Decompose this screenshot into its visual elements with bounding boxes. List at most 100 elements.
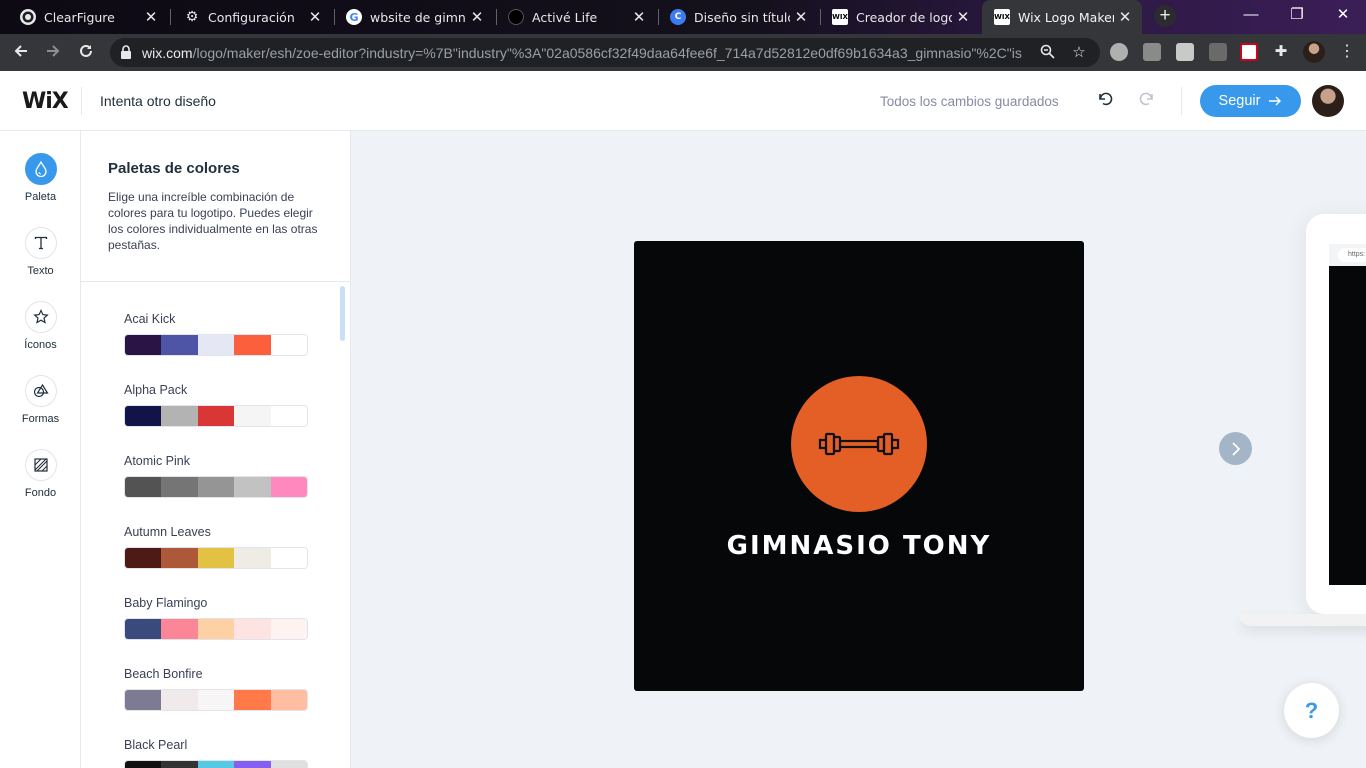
help-button[interactable]: ? xyxy=(1284,683,1339,738)
palette-option[interactable]: Alpha Pack xyxy=(124,383,309,427)
follow-button[interactable]: Seguir xyxy=(1200,85,1301,117)
rail-item-fondo[interactable]: Fondo xyxy=(0,449,81,499)
logo-preview[interactable]: GIMNASIO TONY xyxy=(634,241,1084,691)
dumbbell-icon xyxy=(818,432,900,456)
extension-film-icon[interactable] xyxy=(1110,43,1128,61)
palette-name: Autumn Leaves xyxy=(124,525,211,539)
undo-icon[interactable] xyxy=(1094,89,1116,111)
color-swatch xyxy=(197,761,235,768)
rail-label: Texto xyxy=(27,265,54,277)
rail-item-formas[interactable]: Formas xyxy=(0,375,81,425)
close-icon[interactable]: ✕ xyxy=(952,8,974,26)
bookmark-star-icon[interactable]: ☆ xyxy=(1070,44,1088,62)
google-icon: G xyxy=(346,9,362,25)
color-swatch xyxy=(270,690,307,710)
tab-active-life[interactable]: Activé Life ✕ xyxy=(496,0,656,34)
color-swatch xyxy=(234,548,271,568)
close-icon[interactable]: ✕ xyxy=(466,8,488,26)
color-swatch xyxy=(197,690,235,710)
color-swatch xyxy=(234,619,271,639)
rail-label: Paleta xyxy=(24,191,57,203)
palette-swatches[interactable] xyxy=(124,547,308,569)
restore-button[interactable]: ❐ xyxy=(1274,0,1320,30)
next-preview-button[interactable] xyxy=(1219,432,1252,465)
palette-option[interactable]: Black Pearl xyxy=(124,738,309,768)
palette-swatches[interactable] xyxy=(124,334,308,356)
address-bar[interactable]: wix.com/logo/maker/esh/zoe-editor?indust… xyxy=(110,38,1100,67)
minimize-button[interactable]: — xyxy=(1228,0,1274,30)
palette-swatches[interactable] xyxy=(124,476,308,498)
palette-name: Alpha Pack xyxy=(124,383,188,397)
close-icon[interactable]: ✕ xyxy=(628,8,650,26)
close-icon[interactable]: ✕ xyxy=(140,8,162,26)
tab-title: wbsite de gimnasio xyxy=(370,9,466,25)
close-icon[interactable]: ✕ xyxy=(1114,8,1136,26)
forward-button[interactable] xyxy=(41,41,65,65)
tab-clearfigure[interactable]: ClearFigure ✕ xyxy=(8,0,168,34)
more-menu-icon[interactable]: ⋮ xyxy=(1338,43,1356,61)
color-swatch xyxy=(125,761,162,768)
color-swatch xyxy=(270,548,307,568)
url-domain: wix.com xyxy=(142,45,193,61)
extension-window-icon[interactable] xyxy=(1176,43,1194,61)
rail-item-paleta[interactable]: Paleta xyxy=(0,153,81,203)
wix-logo[interactable]: WiX xyxy=(22,89,69,114)
profile-avatar[interactable] xyxy=(1303,41,1325,63)
back-button[interactable] xyxy=(9,41,33,65)
tab-website-gimnasio[interactable]: G wbsite de gimnasio ✕ xyxy=(334,0,494,34)
close-icon[interactable]: ✕ xyxy=(304,8,326,26)
follow-button-label: Seguir xyxy=(1218,93,1261,109)
palette-swatches[interactable] xyxy=(124,689,308,711)
shapes-icon xyxy=(24,375,57,407)
tab-canva[interactable]: C Diseño sin título - ✕ xyxy=(658,0,818,34)
panel-scrollbar[interactable] xyxy=(340,286,345,341)
tab-configuracion[interactable]: ⚙ Configuración ✕ xyxy=(172,0,332,34)
text-t-icon xyxy=(24,227,57,259)
extension-pen-icon[interactable] xyxy=(1209,43,1227,61)
color-swatch xyxy=(161,690,198,710)
laptop-mockup: https: xyxy=(1306,214,1366,614)
window-close-button[interactable]: ✕ xyxy=(1320,0,1366,30)
tab-creador-logos[interactable]: WIX Creador de logos | ✕ xyxy=(820,0,980,34)
logo-brand-name[interactable]: GIMNASIO TONY xyxy=(634,531,1084,561)
palette-swatches[interactable] xyxy=(124,405,308,427)
logo-circle-shape[interactable] xyxy=(791,376,927,512)
new-tab-button[interactable]: + xyxy=(1154,5,1176,27)
try-other-design-link[interactable]: Intenta otro diseño xyxy=(100,93,216,109)
tab-wix-logo-maker[interactable]: WIX Wix Logo Maker ✕ xyxy=(982,0,1142,34)
rail-item-texto[interactable]: Texto xyxy=(0,227,81,277)
mockup-screen xyxy=(1329,266,1366,585)
rail-item-iconos[interactable]: Íconos xyxy=(0,301,81,351)
color-swatch xyxy=(125,619,162,639)
close-icon[interactable]: ✕ xyxy=(790,8,812,26)
palette-option[interactable]: Atomic Pink xyxy=(124,454,309,498)
color-swatch xyxy=(125,335,162,355)
color-swatch xyxy=(270,335,307,355)
tool-rail: Paleta Texto Íconos Formas Fondo xyxy=(0,131,81,768)
extension-database-icon[interactable] xyxy=(1143,43,1161,61)
palette-option[interactable]: Autumn Leaves xyxy=(124,525,309,569)
color-swatch xyxy=(197,406,235,426)
color-swatch xyxy=(125,406,162,426)
zoom-icon[interactable] xyxy=(1038,44,1056,62)
github-icon xyxy=(20,9,36,25)
panel-title: Paletas de colores xyxy=(108,160,240,177)
palette-option[interactable]: Baby Flamingo xyxy=(124,596,309,640)
palette-option[interactable]: Acai Kick xyxy=(124,312,309,356)
active-life-icon xyxy=(508,9,524,25)
color-swatch xyxy=(270,761,307,768)
reload-button[interactable] xyxy=(74,41,98,65)
color-swatch xyxy=(161,477,198,497)
palette-swatches[interactable] xyxy=(124,618,308,640)
palette-swatches[interactable] xyxy=(124,760,308,768)
user-avatar[interactable] xyxy=(1312,85,1344,117)
gear-icon: ⚙ xyxy=(185,9,199,25)
palette-option[interactable]: Beach Bonfire xyxy=(124,667,309,711)
extension-calendar-icon[interactable] xyxy=(1240,43,1258,61)
editor-header: WiX Intenta otro diseño Todos los cambio… xyxy=(0,71,1366,131)
color-swatch xyxy=(161,619,198,639)
puzzle-icon[interactable]: ✚ xyxy=(1272,43,1290,61)
color-swatch xyxy=(234,335,271,355)
redo-icon[interactable] xyxy=(1136,89,1158,111)
color-swatch xyxy=(161,406,198,426)
